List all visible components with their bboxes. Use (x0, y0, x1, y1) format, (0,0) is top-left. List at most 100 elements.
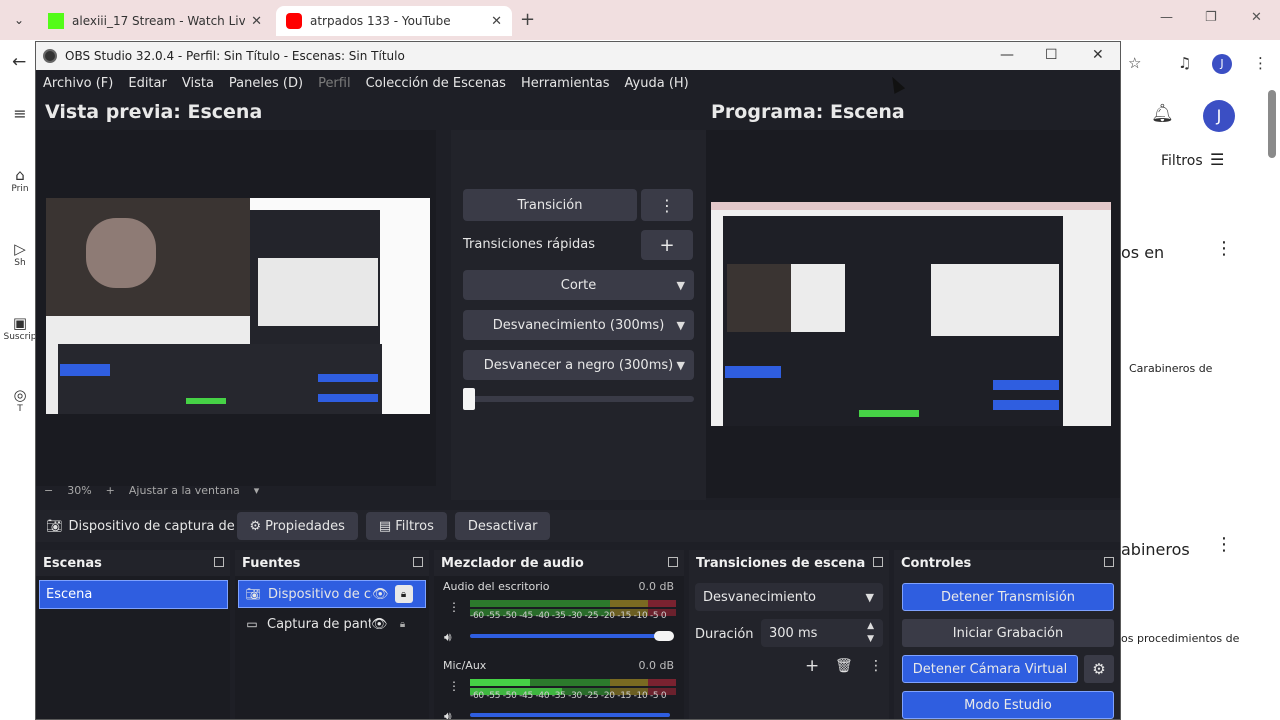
controls-dock: Controles Detener Transmisión Iniciar Gr… (894, 550, 1120, 719)
duration-value: 300 ms (769, 625, 818, 641)
menu-view[interactable]: Vista (182, 76, 214, 91)
fit-to-window-button[interactable]: Ajustar a la ventana (129, 484, 240, 497)
obs-title-bar[interactable]: OBS Studio 32.0.4 - Perfil: Sin Título -… (36, 42, 1120, 70)
menu-file[interactable]: Archivo (F) (43, 76, 113, 91)
maximize-icon[interactable]: ☐ (1045, 47, 1058, 63)
speaker-icon[interactable]: 🔊︎ (444, 630, 452, 645)
new-tab-button[interactable]: + (520, 9, 535, 30)
shorts-icon: ▷ (14, 240, 26, 258)
sidebar-label: Prin (11, 184, 29, 194)
youtube-avatar[interactable]: J (1203, 100, 1235, 132)
tbar-handle[interactable] (463, 388, 475, 410)
stop-virtual-camera-button[interactable]: Detener Cámara Virtual (902, 655, 1078, 683)
more-actions-icon[interactable]: ⋮ (869, 658, 883, 674)
transition-select[interactable]: Desvanecimiento ▼ (695, 583, 883, 611)
undock-icon[interactable] (214, 557, 224, 567)
volume-slider[interactable] (470, 713, 670, 717)
zoom-out-button[interactable]: − (44, 484, 53, 497)
video-title-snippet[interactable]: os procedimientos de (1121, 632, 1239, 645)
chrome-profile-avatar[interactable]: J (1212, 54, 1232, 74)
menu-help[interactable]: Ayuda (H) (625, 76, 689, 91)
minimize-icon[interactable]: — (1160, 10, 1173, 25)
eye-visibility-icon[interactable]: 👁︎ (372, 587, 389, 602)
lock-icon[interactable]: 🔒︎ (394, 615, 412, 633)
browser-tab-kick[interactable]: alexiii_17 Stream - Watch Live o ✕ (38, 6, 272, 36)
menu-docks[interactable]: Paneles (D) (229, 76, 303, 91)
quick-transition-fade[interactable]: Desvanecimiento (300ms) ▼ (463, 310, 694, 340)
menu-tools[interactable]: Herramientas (521, 76, 610, 91)
menu-edit[interactable]: Editar (128, 76, 167, 91)
transition-more-icon[interactable]: ⋮ (641, 189, 693, 221)
more-actions-icon[interactable]: ⋮ (1215, 238, 1233, 259)
bookmark-star-icon[interactable]: ☆ (1128, 54, 1141, 72)
minimize-icon[interactable]: — (1000, 47, 1014, 63)
sidebar-shorts[interactable]: ▷ Sh (0, 240, 40, 268)
trash-icon[interactable]: 🗑︎ (835, 658, 853, 674)
add-transition-icon[interactable]: + (805, 656, 819, 676)
volume-handle[interactable] (654, 631, 674, 641)
sidebar-you[interactable]: ◎ T (0, 386, 40, 414)
chevron-down-icon: ▼ (676, 358, 685, 372)
channel-menu-icon[interactable]: ⋮ (448, 679, 460, 693)
browser-tab-youtube[interactable]: atrpados 133 - YouTube ✕ (276, 6, 512, 36)
eye-visibility-icon[interactable]: 👁︎ (371, 617, 388, 632)
more-actions-icon[interactable]: ⋮ (1215, 534, 1233, 555)
undock-icon[interactable] (1104, 557, 1114, 567)
chevron-down-icon[interactable]: ▾ (254, 484, 260, 497)
quick-transition-cut[interactable]: Corte ▼ (463, 270, 694, 300)
undock-icon[interactable] (413, 557, 423, 567)
notifications-bell-icon[interactable]: 🔔︎ (1151, 103, 1174, 124)
menu-profile[interactable]: Perfil (318, 76, 351, 91)
preview-canvas[interactable] (36, 130, 436, 486)
quick-transition-label: Desvanecer a negro (300ms) (483, 357, 674, 373)
tab-search-button[interactable]: ⌄ (8, 9, 30, 31)
tbar-track[interactable] (463, 396, 694, 402)
source-item[interactable]: ▭ Captura de panta 👁︎ 🔒︎ (238, 610, 426, 638)
sidebar-home[interactable]: ⌂ Prin (0, 166, 40, 194)
close-tab-icon[interactable]: ✕ (491, 14, 502, 29)
deactivate-button[interactable]: Desactivar (454, 512, 551, 540)
video-title-snippet[interactable]: os en (1121, 243, 1164, 262)
menu-scene-collection[interactable]: Colección de Escenas (366, 76, 506, 91)
lock-icon[interactable]: 🔒︎ (394, 585, 413, 603)
audio-mixer-dock-header: Mezclador de audio (434, 550, 684, 576)
sidebar-subscriptions[interactable]: ▣ Suscrip (0, 314, 40, 342)
video-title-snippet[interactable]: abineros (1121, 540, 1190, 559)
chevron-up-icon[interactable]: ▲ (867, 621, 874, 631)
close-window-icon[interactable]: ✕ (1251, 10, 1262, 25)
quick-transition-fade-black[interactable]: Desvanecer a negro (300ms) ▼ (463, 350, 694, 380)
restore-icon[interactable]: ❐ (1205, 10, 1217, 25)
stop-streaming-button[interactable]: Detener Transmisión (902, 583, 1114, 611)
channel-menu-icon[interactable]: ⋮ (448, 600, 460, 614)
zoom-in-button[interactable]: + (106, 484, 115, 497)
source-item[interactable]: 📷︎ Dispositivo de ca 👁︎ 🔒︎ (238, 580, 426, 608)
volume-slider[interactable] (470, 634, 670, 638)
add-quick-transition-button[interactable]: + (641, 230, 693, 260)
start-recording-button[interactable]: Iniciar Grabación (902, 619, 1114, 647)
scene-transitions-dock-header: Transiciones de escena (689, 550, 889, 576)
filters-button[interactable]: ▤ Filtros (365, 512, 447, 540)
undock-icon[interactable] (873, 557, 883, 567)
back-arrow-icon[interactable]: ← (12, 52, 26, 72)
chrome-menu-icon[interactable]: ⋮ (1253, 54, 1268, 72)
duration-label: Duración (695, 627, 754, 642)
duration-spinbox[interactable]: 300 ms ▲ ▼ (761, 619, 883, 647)
hamburger-menu-icon[interactable]: ≡ (0, 104, 40, 123)
video-title-snippet[interactable]: Carabineros de (1129, 362, 1212, 375)
scene-item[interactable]: Escena (39, 580, 228, 609)
close-window-icon[interactable]: ✕ (1092, 47, 1104, 63)
filters-icon[interactable]: ☰ (1210, 150, 1224, 169)
page-scrollbar[interactable] (1268, 90, 1276, 158)
channel-db: 0.0 dB (638, 580, 674, 593)
transition-selected: Desvanecimiento (703, 589, 817, 605)
speaker-icon[interactable]: 🔊︎ (444, 709, 452, 719)
chevron-down-icon[interactable]: ▼ (867, 634, 874, 644)
filters-label[interactable]: Filtros (1161, 153, 1203, 169)
undock-icon[interactable] (668, 557, 678, 567)
properties-button[interactable]: ⚙ Propiedades (236, 512, 358, 540)
transition-button[interactable]: Transición (463, 189, 637, 221)
gear-icon[interactable]: ⚙ (1084, 655, 1114, 683)
close-tab-icon[interactable]: ✕ (251, 14, 262, 29)
studio-mode-button[interactable]: Modo Estudio (902, 691, 1114, 719)
media-control-icon[interactable]: ♫ (1178, 54, 1191, 72)
